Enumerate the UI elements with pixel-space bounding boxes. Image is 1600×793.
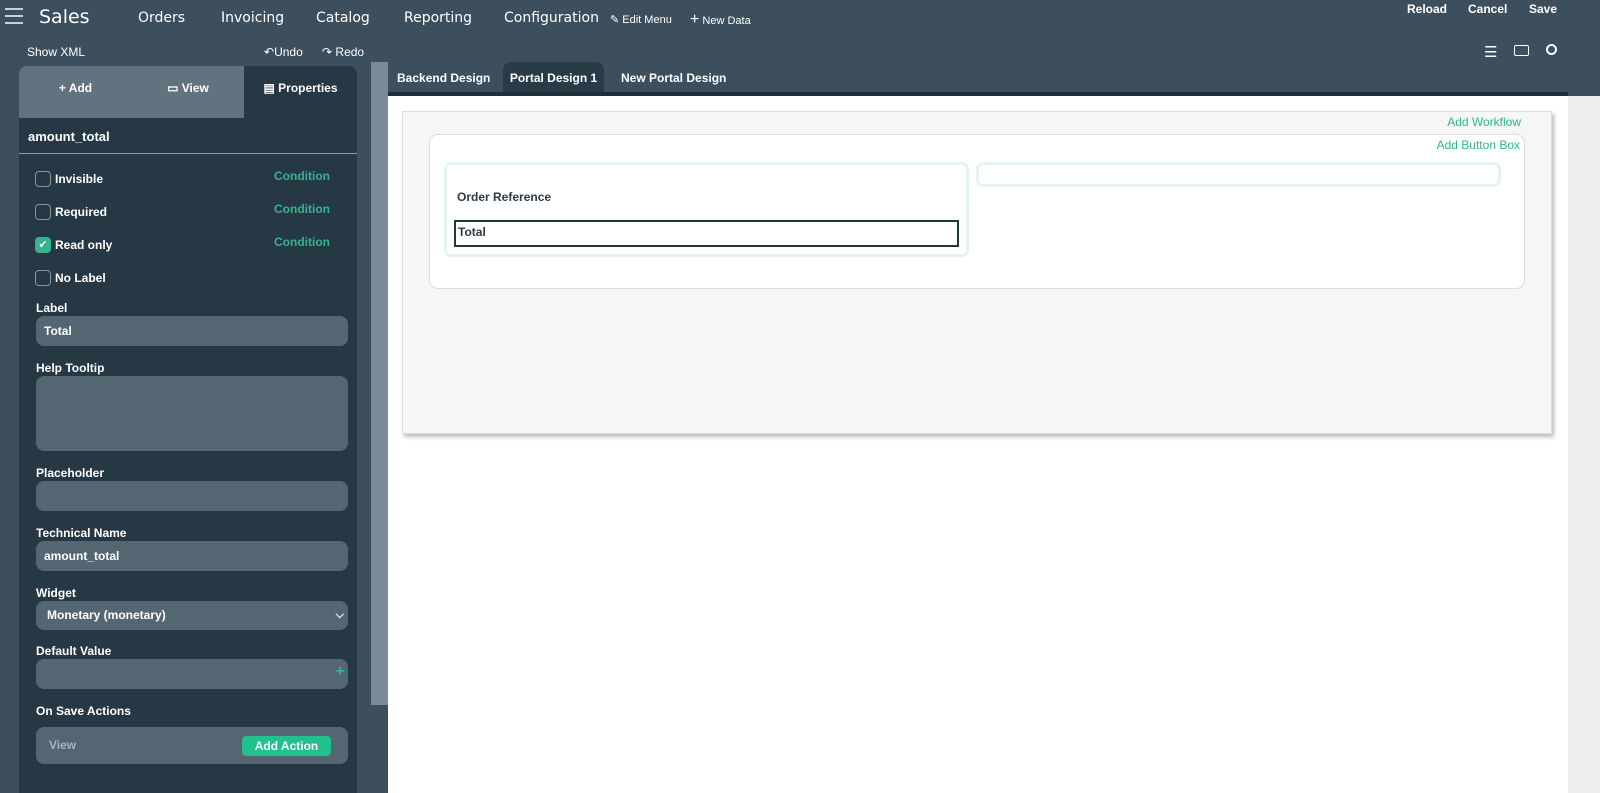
help-tooltip-input[interactable] <box>36 376 348 451</box>
list-view-icon[interactable]: ☰ <box>1484 43 1497 61</box>
menu-icon[interactable] <box>5 8 23 24</box>
form-group-right <box>976 162 1501 187</box>
add-button-box-link[interactable]: Add Button Box <box>1437 138 1520 152</box>
tab-properties[interactable]: ▤ Properties <box>244 66 357 118</box>
read-only-checkbox[interactable]: ✔ <box>35 237 51 253</box>
widget-title: Widget <box>36 586 76 600</box>
tab-portal-design-1[interactable]: Portal Design 1 <box>503 62 604 92</box>
field-name-heading: amount_total <box>28 129 110 144</box>
right-edge <box>1568 96 1600 793</box>
properties-icon: ▤ <box>263 81 279 95</box>
on-save-view-label: View <box>49 738 77 752</box>
monitor-icon: ▭ <box>167 81 182 95</box>
required-label: Required <box>55 205 108 219</box>
tab-portal-design-1-label: Portal Design 1 <box>509 71 598 85</box>
menu-orders[interactable]: Orders <box>138 10 185 26</box>
on-save-actions-title: On Save Actions <box>36 704 131 718</box>
new-data-button[interactable]: + New Data <box>690 11 751 29</box>
invisible-condition-link[interactable]: Condition <box>274 169 330 183</box>
undo-label: Undo <box>274 45 303 59</box>
card-view-icon[interactable] <box>1514 45 1529 56</box>
add-action-button[interactable]: Add Action <box>242 736 331 756</box>
undo-icon: ↶ <box>264 45 275 59</box>
panel-scrollbar[interactable] <box>371 62 388 705</box>
save-button[interactable]: Save <box>1529 2 1557 16</box>
form-sheet: Add Workflow Add Button Box Order Refere… <box>402 111 1552 434</box>
reload-button[interactable]: Reload <box>1407 2 1447 16</box>
invisible-label: Invisible <box>55 172 104 186</box>
no-label-label: No Label <box>55 271 106 285</box>
plus-icon: + <box>58 81 69 95</box>
plus-icon[interactable]: + <box>336 663 345 681</box>
tab-view[interactable]: ▭ View <box>132 66 244 118</box>
tab-add[interactable]: + Add <box>19 66 132 118</box>
placeholder-title: Placeholder <box>36 466 105 480</box>
cancel-button[interactable]: Cancel <box>1468 2 1507 16</box>
invisible-checkbox[interactable] <box>35 171 51 187</box>
plus-icon: + <box>690 11 700 28</box>
label-title: Label <box>36 301 68 315</box>
tab-add-label: Add <box>68 81 93 95</box>
technical-name-title: Technical Name <box>36 526 127 540</box>
placeholder-input[interactable] <box>36 481 348 511</box>
menu-configuration[interactable]: Configuration <box>504 10 599 26</box>
no-label-checkbox[interactable] <box>35 270 51 286</box>
pencil-icon: ✎ <box>610 14 620 26</box>
label-input[interactable]: Total <box>36 316 348 346</box>
technical-name-input[interactable]: amount_total <box>36 541 348 571</box>
tab-new-portal-design[interactable]: New Portal Design <box>621 71 726 85</box>
divider <box>19 153 357 154</box>
tab-view-label: View <box>181 81 209 95</box>
required-condition-link[interactable]: Condition <box>274 202 330 216</box>
undo-button[interactable]: ↶Undo <box>264 45 303 59</box>
form-body: Add Button Box Order Reference Total <box>429 134 1525 289</box>
menu-catalog[interactable]: Catalog <box>316 10 370 26</box>
show-xml-button[interactable]: Show XML <box>27 45 85 59</box>
default-value-input[interactable]: + <box>36 659 348 689</box>
redo-icon: ↷ <box>322 45 333 59</box>
default-value-title: Default Value <box>36 644 112 658</box>
redo-label: Redo <box>335 45 365 59</box>
redo-button[interactable]: ↷ Redo <box>322 45 364 59</box>
read-only-label: Read only <box>55 238 113 252</box>
widget-select[interactable]: Monetary (monetary) ⌵ <box>36 601 348 630</box>
form-group-left: Order Reference Total <box>444 162 969 257</box>
read-only-condition-link[interactable]: Condition <box>274 235 330 249</box>
add-workflow-link[interactable]: Add Workflow <box>1447 115 1521 129</box>
tab-backend-design[interactable]: Backend Design <box>397 71 490 85</box>
on-save-actions-box: View Add Action <box>36 727 348 764</box>
menu-invoicing[interactable]: Invoicing <box>221 10 284 26</box>
new-data-label: New Data <box>702 15 751 27</box>
order-reference-label[interactable]: Order Reference <box>457 190 551 204</box>
tab-properties-label: Properties <box>278 81 338 95</box>
required-checkbox[interactable] <box>35 204 51 220</box>
total-field[interactable]: Total <box>454 220 959 247</box>
search-icon[interactable] <box>1546 44 1557 55</box>
edit-menu-button[interactable]: ✎ Edit Menu <box>610 13 672 26</box>
menu-reporting[interactable]: Reporting <box>404 10 472 26</box>
widget-value: Monetary (monetary) <box>47 608 166 622</box>
chevron-down-icon: ⌵ <box>335 609 344 621</box>
app-title[interactable]: Sales <box>39 6 90 28</box>
help-tooltip-title: Help Tooltip <box>36 361 105 375</box>
edit-menu-label: Edit Menu <box>622 14 672 26</box>
